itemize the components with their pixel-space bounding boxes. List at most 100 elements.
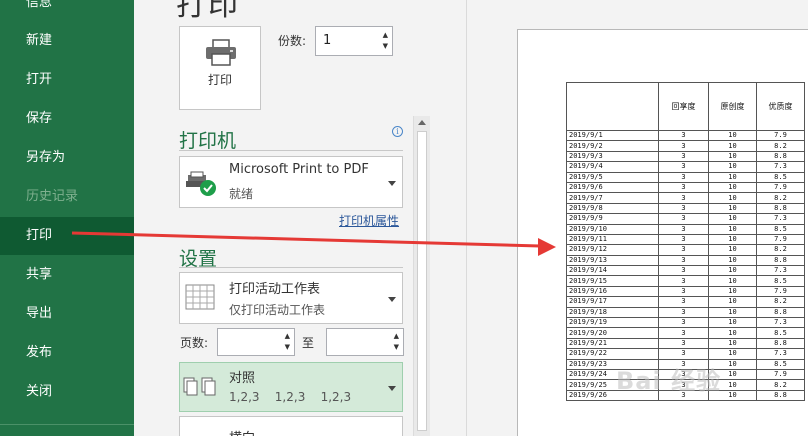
preview-cell: 3 (658, 202, 709, 215)
preview-cell: 8.5 (756, 358, 805, 371)
preview-cell: 10 (708, 150, 757, 163)
scrollbar-thumb[interactable] (417, 131, 427, 431)
nav-item-export[interactable]: 导出 (0, 295, 134, 333)
preview-cell: 8.2 (756, 379, 805, 391)
preview-cell: 10 (708, 317, 757, 329)
preview-cell: 3 (658, 171, 709, 183)
preview-row: 2019/9/14 3 10 7.3 (566, 265, 805, 277)
preview-cell: 2019/9/16 (566, 285, 659, 298)
preview-cell: 3 (658, 296, 709, 308)
pages-label: 页数: (180, 336, 209, 350)
printer-name: Microsoft Print to PDF (229, 162, 369, 177)
nav-item-print[interactable]: 打印 (0, 217, 134, 255)
preview-row: 2019/9/19 3 10 7.3 (566, 317, 805, 329)
preview-cell: 10 (708, 129, 757, 142)
preview-cell: 10 (708, 233, 757, 246)
preview-cell: 2019/9/1 (566, 129, 659, 142)
preview-row: 2019/9/13 3 10 8.8 (566, 254, 805, 267)
preview-cell: 8.2 (756, 296, 805, 308)
to-label: 至 (302, 336, 315, 350)
preview-cell: 2019/9/20 (566, 327, 659, 339)
preview-header-cell: 原创度 (708, 82, 757, 131)
nav-item-save[interactable]: 保存 (0, 100, 134, 138)
preview-cell: 7.9 (756, 129, 805, 142)
preview-cell: 3 (658, 244, 709, 256)
preview-cell: 10 (708, 296, 757, 308)
preview-cell: 10 (708, 265, 757, 277)
preview-cell: 2019/9/10 (566, 223, 659, 235)
nav-item-new[interactable]: 新建 (0, 22, 134, 60)
decrement-arrow-icon[interactable]: ▼ (285, 343, 290, 351)
preview-cell: 3 (658, 223, 709, 235)
print-button[interactable]: 打印 (179, 26, 261, 110)
preview-cell: 8.5 (756, 327, 805, 339)
nav-item-share[interactable]: 共享 (0, 256, 134, 294)
scroll-up-arrow-icon[interactable] (418, 120, 426, 125)
preview-table: 回享度 原创度 优质度 2019/9/1 3 10 7.9 2019/9/2 3 10 8.2 20… (566, 82, 805, 402)
preview-cell: 2019/9/3 (566, 150, 659, 163)
preview-cell: 2019/9/21 (566, 337, 659, 350)
preview-cell: 2019/9/4 (566, 161, 659, 173)
preview-row: 2019/9/17 3 10 8.2 (566, 296, 805, 308)
preview-cell: 10 (708, 306, 757, 319)
preview-cell: 10 (708, 285, 757, 298)
preview-cell: 2019/9/22 (566, 348, 659, 360)
decrement-arrow-icon[interactable]: ▼ (383, 42, 388, 50)
nav-item-save-as[interactable]: 另存为 (0, 139, 134, 177)
nav-item-open[interactable]: 打开 (0, 61, 134, 99)
preview-cell: 10 (708, 192, 757, 204)
increment-arrow-icon[interactable]: ▲ (383, 31, 388, 39)
preview-cell: 3 (658, 192, 709, 204)
preview-cell: 7.9 (756, 285, 805, 298)
excel-print-backstage: 信息 新建 打开 保存 另存为 历史记录 打印 共享 导出 发布 关闭 打印 打… (0, 0, 808, 436)
copies-stepper[interactable]: 1 ▲ ▼ (315, 26, 393, 56)
watermark: Bai 经验 (616, 367, 722, 395)
preview-row: 2019/9/21 3 10 8.8 (566, 337, 805, 350)
decrement-arrow-icon[interactable]: ▼ (394, 343, 399, 351)
print-scope-select[interactable]: 打印活动工作表 仅打印活动工作表 (179, 272, 403, 324)
info-icon[interactable]: i (392, 126, 403, 137)
orientation-select[interactable]: 横向 (179, 416, 403, 436)
chevron-down-icon (388, 297, 396, 302)
increment-arrow-icon[interactable]: ▲ (285, 332, 290, 340)
nav-item-publish[interactable]: 发布 (0, 334, 134, 372)
settings-scrollbar[interactable] (413, 116, 430, 436)
nav-item-info[interactable]: 信息 (0, 0, 134, 22)
preview-row: 2019/9/4 3 10 7.3 (566, 161, 805, 173)
preview-cell: 3 (658, 285, 709, 298)
preview-cell: 2019/9/8 (566, 202, 659, 215)
printer-heading-rule (179, 150, 403, 151)
preview-cell: 7.3 (756, 265, 805, 277)
preview-row: 2019/9/6 3 10 7.9 (566, 181, 805, 194)
preview-row: 2019/9/1 3 10 7.9 (566, 129, 805, 142)
preview-cell: 7.9 (756, 368, 805, 381)
preview-row: 2019/9/5 3 10 8.5 (566, 171, 805, 183)
preview-cell: 10 (708, 202, 757, 215)
preview-row: 2019/9/3 3 10 8.8 (566, 150, 805, 163)
preview-cell: 7.9 (756, 233, 805, 246)
worksheet-grid-icon (185, 284, 215, 310)
printer-heading: 打印机 (179, 130, 237, 152)
preview-cell: 2019/9/5 (566, 171, 659, 183)
preview-row: 2019/9/22 3 10 7.3 (566, 348, 805, 360)
collate-select[interactable]: 对照 1,2,3 1,2,3 1,2,3 (179, 362, 403, 412)
nav-item-close[interactable]: 关闭 (0, 373, 134, 411)
preview-cell: 2019/9/9 (566, 213, 659, 225)
increment-arrow-icon[interactable]: ▲ (394, 332, 399, 340)
preview-cell: 8.8 (756, 202, 805, 215)
printer-select[interactable]: Microsoft Print to PDF 就绪 (179, 156, 403, 208)
preview-cell: 8.8 (756, 337, 805, 350)
preview-cell: 2019/9/17 (566, 296, 659, 308)
printer-properties-link[interactable]: 打印机属性 (339, 212, 399, 229)
preview-cell: 10 (708, 223, 757, 235)
chevron-down-icon (388, 181, 396, 186)
preview-cell: 10 (708, 337, 757, 350)
preview-cell: 8.2 (756, 192, 805, 204)
page-to-stepper[interactable]: ▲ ▼ (326, 328, 404, 356)
preview-cell: 3 (658, 150, 709, 163)
orientation-title: 横向 (229, 427, 255, 436)
copies-label: 份数: (278, 34, 307, 48)
preview-cell: 3 (658, 161, 709, 173)
page-from-stepper[interactable]: ▲ ▼ (217, 328, 295, 356)
preview-cell: 2019/9/2 (566, 140, 659, 152)
